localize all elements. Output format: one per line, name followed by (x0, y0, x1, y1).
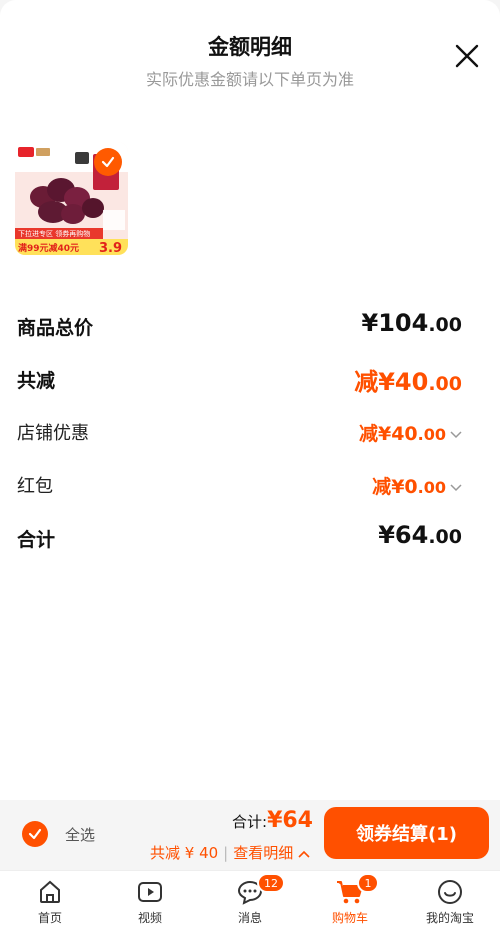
view-detail-link[interactable]: 查看明细 (233, 844, 310, 862)
chevron-down-icon[interactable] (450, 480, 462, 496)
amount-detail-sheet: 金额明细 实际优惠金额请以下单页为准 下拉进专区 领券再购物 满99元减40元 … (0, 0, 500, 800)
chevron-down-icon[interactable] (450, 427, 462, 443)
profile-icon (435, 877, 465, 907)
sheet-subtitle: 实际优惠金额请以下单页为准 (145, 70, 354, 89)
summary-row-grand-total: 合计 ¥64.00 (17, 521, 462, 553)
tab-label: 视频 (137, 911, 162, 925)
cart-badge: 1 (357, 873, 379, 893)
row-value: ¥64.00 (378, 521, 462, 549)
product-thumbnail[interactable]: 下拉进专区 领券再购物 满99元减40元 3.9 (15, 142, 128, 255)
tab-profile[interactable]: 我的淘宝 (400, 871, 500, 929)
checkout-bar: 全选 合计:¥64 共减 ¥ 40 | 查看明细 领券结算(1) (0, 800, 500, 870)
promo-line1: 下拉进专区 领券再购物 (18, 229, 90, 238)
summary-row-red-packet[interactable]: 红包 减¥0.00 (17, 468, 462, 500)
message-badge: 12 (257, 873, 285, 893)
summary-row-shop-discount[interactable]: 店铺优惠 减¥40.00 (17, 415, 462, 447)
total-label: 合计: (232, 813, 268, 831)
tab-messages[interactable]: 12 消息 (200, 871, 300, 929)
select-all-label[interactable]: 全选 (65, 824, 95, 845)
reduce-summary: 共减 ¥ 40 | 查看明细 (150, 842, 310, 863)
row-value: 减¥40.00 (354, 368, 462, 396)
row-label: 红包 (17, 476, 53, 497)
tab-label: 购物车 (331, 911, 368, 925)
tab-label: 首页 (37, 911, 62, 925)
total-summary: 合计:¥64 (232, 808, 313, 833)
home-icon (35, 877, 65, 907)
bottom-tabbar: 首页 视频 12 消息 1 购物车 我的淘宝 (0, 870, 500, 929)
sheet-title: 金额明细 (208, 35, 292, 59)
row-value[interactable]: 减¥0.00 (372, 472, 462, 499)
reduce-text: 共减 ¥ 40 (150, 844, 219, 862)
promo-line2: 满99元减40元 (18, 242, 79, 254)
total-value: ¥64 (267, 808, 313, 833)
tab-label: 我的淘宝 (425, 911, 474, 925)
row-label: 店铺优惠 (17, 423, 89, 444)
close-icon[interactable] (454, 43, 480, 69)
row-value: ¥104.00 (361, 309, 462, 337)
row-value[interactable]: 减¥40.00 (359, 419, 462, 446)
summary-row-total-reduction: 共减 减¥40.00 (17, 362, 462, 396)
row-label: 商品总价 (17, 317, 94, 339)
checkout-button[interactable]: 领券结算(1) (324, 807, 489, 859)
tab-video[interactable]: 视频 (100, 871, 200, 929)
summary-row-total-price: 商品总价 ¥104.00 (17, 309, 462, 341)
row-label: 合计 (17, 529, 56, 551)
row-label: 共减 (17, 370, 56, 392)
price-tag: 3.9 (99, 241, 122, 255)
tab-cart[interactable]: 1 购物车 (300, 871, 400, 929)
video-icon (135, 877, 165, 907)
check-icon[interactable] (94, 148, 122, 176)
select-all-checkbox[interactable] (22, 821, 48, 847)
tab-label: 消息 (237, 911, 262, 925)
chevron-up-icon (298, 850, 310, 858)
tab-home[interactable]: 首页 (0, 871, 100, 929)
